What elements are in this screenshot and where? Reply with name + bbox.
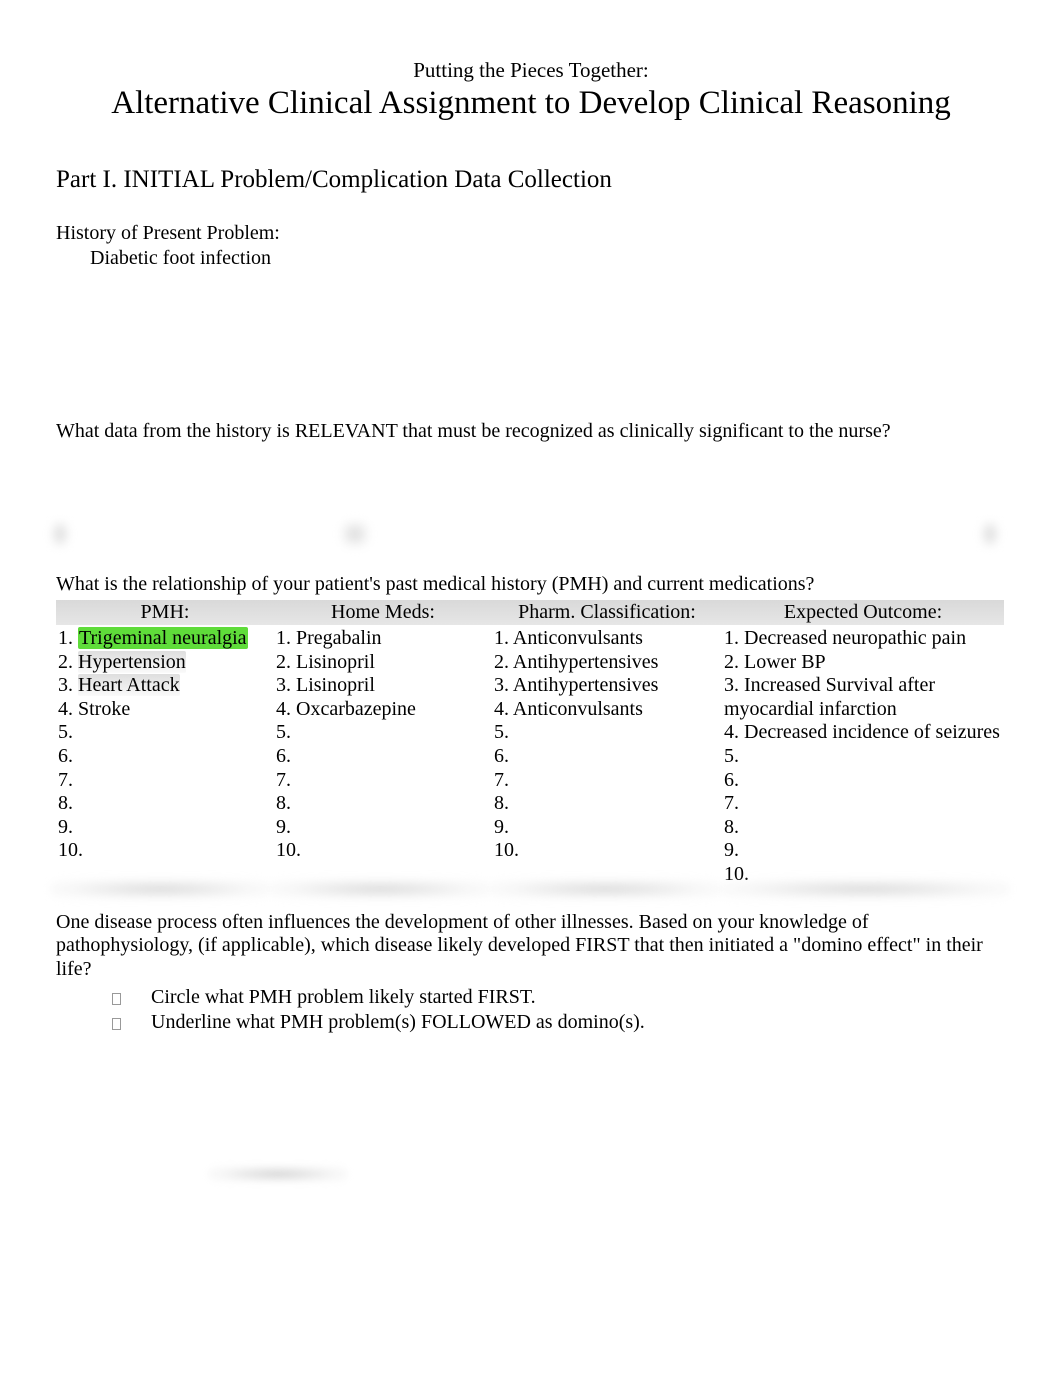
- col-body-pharm: 1. Anticonvulsants2. Antihypertensives3.…: [492, 625, 722, 889]
- history-value: Diabetic foot infection: [90, 247, 1006, 270]
- table-row: 8.: [724, 816, 1000, 840]
- table-row: 4. Decreased incidence of seizures: [724, 721, 1000, 745]
- table-row: 5.: [276, 721, 488, 745]
- pmh-table: PMH: Home Meds: Pharm. Classification: E…: [56, 600, 1006, 889]
- table-row: 4. Anticonvulsants: [494, 698, 718, 722]
- table-row: 3. Heart Attack: [58, 674, 270, 698]
- relevant-data-prompt: What data from the history is RELEVANT t…: [56, 420, 1006, 443]
- table-row: 6.: [276, 745, 488, 769]
- document-subtitle: Putting the Pieces Together:: [56, 58, 1006, 83]
- table-row: 10.: [276, 839, 488, 863]
- table-row: 5.: [494, 721, 718, 745]
- table-row: 5.: [58, 721, 270, 745]
- table-row: 9.: [276, 816, 488, 840]
- table-row: 7.: [276, 769, 488, 793]
- table-row: 1. Decreased neuropathic pain: [724, 627, 1000, 651]
- col-body-pmh: 1. Trigeminal neuralgia2. Hypertension3.…: [56, 625, 274, 889]
- section-heading: Part I. INITIAL Problem/Complication Dat…: [56, 166, 1006, 194]
- table-row: 10.: [724, 863, 1000, 887]
- bullet-icon: [112, 993, 121, 1005]
- table-row: 2. Hypertension: [58, 651, 270, 675]
- table-row: 1. Trigeminal neuralgia: [58, 627, 270, 651]
- table-row: 3. Antihypertensives: [494, 674, 718, 698]
- redaction-blur: [208, 1165, 348, 1183]
- redaction-blur: [0, 520, 1062, 548]
- document-title: Alternative Clinical Assignment to Devel…: [56, 85, 1006, 122]
- col-header-outcome: Expected Outcome:: [722, 600, 1004, 625]
- table-row: 10.: [58, 839, 270, 863]
- table-row: 7.: [494, 769, 718, 793]
- table-row: 7.: [58, 769, 270, 793]
- col-header-pharm: Pharm. Classification:: [492, 600, 722, 625]
- col-body-outcome: 1. Decreased neuropathic pain2. Lower BP…: [722, 625, 1004, 889]
- col-header-meds: Home Meds:: [274, 600, 492, 625]
- table-row: 4. Oxcarbazepine: [276, 698, 488, 722]
- col-header-pmh: PMH:: [56, 600, 274, 625]
- table-row: 3. Lisinopril: [276, 674, 488, 698]
- table-row: 8.: [494, 792, 718, 816]
- table-row: 7.: [724, 792, 1000, 816]
- list-item: Underline what PMH problem(s) FOLLOWED a…: [112, 1010, 1006, 1035]
- table-row: 2. Antihypertensives: [494, 651, 718, 675]
- table-row: 8.: [276, 792, 488, 816]
- table-row: 9.: [724, 839, 1000, 863]
- table-row: 5.: [724, 745, 1000, 769]
- col-body-meds: 1. Pregabalin2. Lisinopril3. Lisinopril4…: [274, 625, 492, 889]
- table-row: 6.: [494, 745, 718, 769]
- table-row: 2. Lower BP: [724, 651, 1000, 675]
- table-row: 6.: [58, 745, 270, 769]
- history-label: History of Present Problem:: [56, 222, 1006, 245]
- bullet-icon: [112, 1018, 121, 1030]
- pmh-relationship-question: What is the relationship of your patient…: [56, 573, 1006, 596]
- table-row: 6.: [724, 769, 1000, 793]
- table-row: 4. Stroke: [58, 698, 270, 722]
- domino-instruction-list: Circle what PMH problem likely started F…: [112, 985, 1006, 1035]
- table-row: 1. Anticonvulsants: [494, 627, 718, 651]
- table-row: 2. Lisinopril: [276, 651, 488, 675]
- list-item: Circle what PMH problem likely started F…: [112, 985, 1006, 1010]
- domino-effect-paragraph: One disease process often influences the…: [56, 911, 1006, 982]
- table-row: 1. Pregabalin: [276, 627, 488, 651]
- table-row: 10.: [494, 839, 718, 863]
- table-row: 8.: [58, 792, 270, 816]
- table-row: 9.: [58, 816, 270, 840]
- table-row: 9.: [494, 816, 718, 840]
- table-row: 3. Increased Survival after myocardial i…: [724, 674, 1000, 721]
